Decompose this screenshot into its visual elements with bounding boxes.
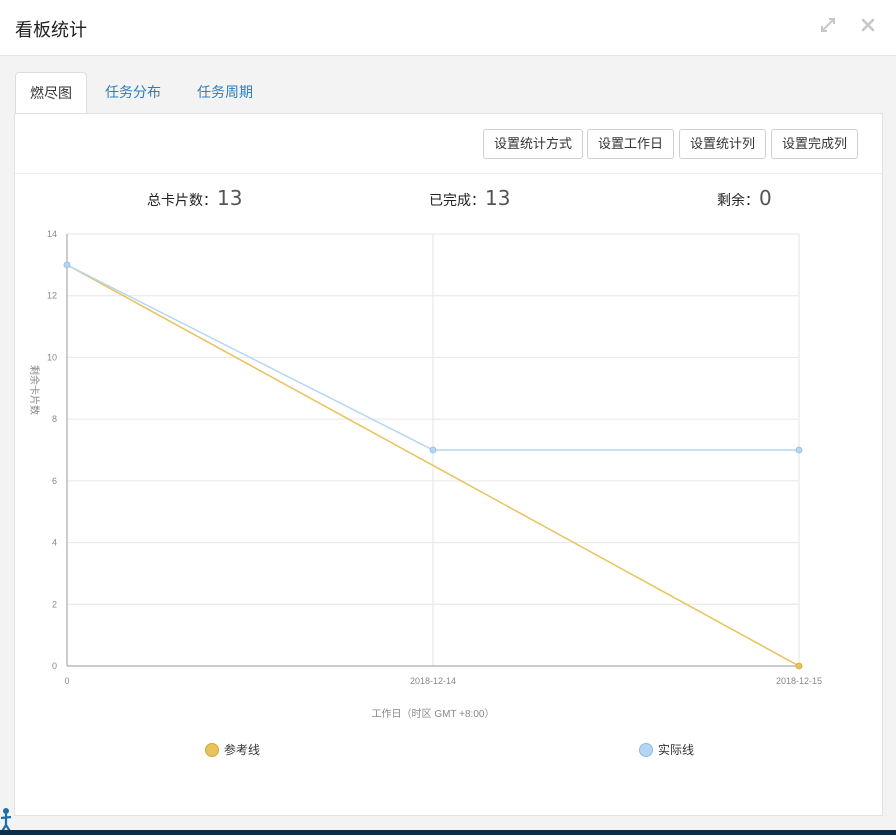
completed-value: 13 bbox=[485, 186, 511, 210]
legend-actual-label: 实际线 bbox=[658, 743, 695, 757]
x-axis-label: 工作日（时区 GMT +8:00） bbox=[372, 708, 495, 720]
y-axis-label: 剩余卡片数 bbox=[28, 365, 41, 415]
kanban-stats-modal: 看板统计 燃尽图 任务分布 任务周期 设置统计方式 设置工作日 设置统计列 设置… bbox=[0, 0, 896, 830]
set-done-column-button[interactable]: 设置完成列 bbox=[771, 129, 859, 159]
y-tick-label: 4 bbox=[52, 538, 57, 548]
chart-svg: 0 2 4 6 8 10 12 14 0 2018-12-14 2018-12-15 工作日（时区 G… bbox=[28, 229, 822, 720]
y-tick-label: 2 bbox=[52, 599, 57, 609]
legend-reference[interactable]: 参考线 bbox=[205, 741, 260, 758]
completed-label: 已完成： bbox=[429, 193, 485, 209]
tab-burndown[interactable]: 燃尽图 bbox=[15, 72, 87, 114]
bottom-bar bbox=[0, 830, 896, 835]
burndown-panel: 设置统计方式 设置工作日 设置统计列 设置完成列 总卡片数：13 已完成：13 … bbox=[14, 113, 883, 816]
remaining-stat: 剩余：0 bbox=[717, 186, 772, 210]
burndown-chart: 0 2 4 6 8 10 12 14 0 2018-12-14 2018-12-15 工作日（时区 G… bbox=[15, 219, 875, 743]
modal-title: 看板统计 bbox=[15, 20, 87, 41]
legend-reference-label: 参考线 bbox=[224, 743, 261, 757]
remaining-label: 剩余： bbox=[717, 193, 759, 209]
data-point-reference bbox=[795, 662, 803, 670]
legend-actual[interactable]: 实际线 bbox=[639, 741, 694, 758]
tab-bar: 燃尽图 任务分布 任务周期 bbox=[15, 72, 271, 114]
stats-row: 总卡片数：13 已完成：13 剩余：0 bbox=[15, 186, 882, 216]
total-cards-label: 总卡片数： bbox=[147, 193, 217, 209]
set-workday-button[interactable]: 设置工作日 bbox=[587, 129, 675, 159]
legend-actual-marker bbox=[639, 742, 653, 757]
data-point-actual bbox=[429, 446, 437, 454]
completed-stat: 已完成：13 bbox=[429, 186, 510, 210]
y-tick-label: 12 bbox=[47, 291, 57, 301]
remaining-value: 0 bbox=[759, 186, 772, 210]
data-point-actual bbox=[795, 446, 803, 454]
set-stat-method-button[interactable]: 设置统计方式 bbox=[483, 129, 584, 159]
y-tick-label: 8 bbox=[52, 414, 57, 424]
data-point-actual bbox=[63, 261, 71, 269]
set-stat-column-button[interactable]: 设置统计列 bbox=[679, 129, 767, 159]
tab-task-cycle[interactable]: 任务周期 bbox=[179, 72, 271, 114]
total-cards-value: 13 bbox=[217, 186, 243, 210]
close-icon[interactable] bbox=[855, 12, 881, 38]
x-tick-label: 2018-12-14 bbox=[410, 676, 456, 686]
toolbar: 设置统计方式 设置工作日 设置统计列 设置完成列 bbox=[15, 114, 882, 174]
y-tick-label: 6 bbox=[52, 476, 57, 486]
y-tick-label: 0 bbox=[52, 661, 57, 671]
y-tick-label: 10 bbox=[47, 352, 57, 362]
modal-header: 看板统计 bbox=[0, 0, 896, 56]
legend-reference-marker bbox=[205, 742, 219, 757]
expand-icon[interactable] bbox=[815, 12, 841, 38]
tab-task-distribution[interactable]: 任务分布 bbox=[87, 72, 179, 114]
x-tick-label: 0 bbox=[64, 676, 69, 686]
x-tick-label: 2018-12-15 bbox=[776, 676, 822, 686]
y-tick-label: 14 bbox=[47, 229, 57, 239]
total-cards-stat: 总卡片数：13 bbox=[147, 186, 242, 210]
